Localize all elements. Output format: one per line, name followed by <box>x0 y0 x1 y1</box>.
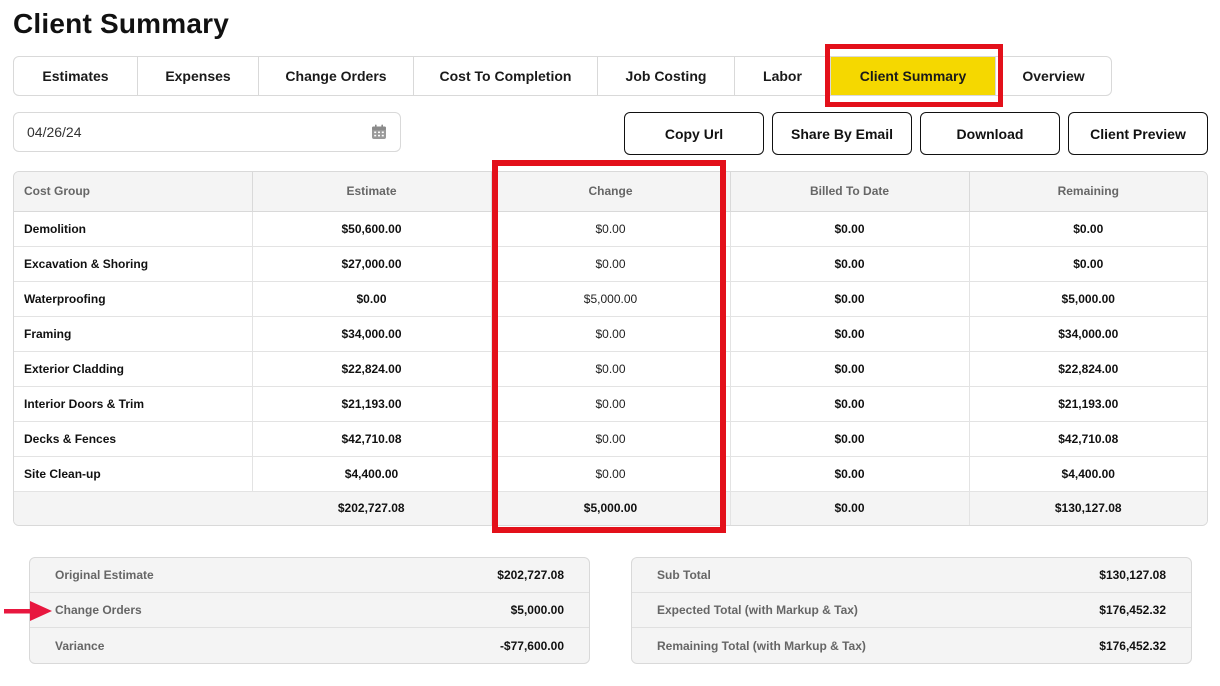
cell-estimate: $4,400.00 <box>252 456 492 492</box>
header-remaining: Remaining <box>969 172 1207 212</box>
header-estimate: Estimate <box>252 172 492 212</box>
cell-remaining: $4,400.00 <box>969 456 1207 492</box>
cell-remaining: $22,824.00 <box>969 351 1207 387</box>
cell-remaining: $0.00 <box>969 246 1207 282</box>
tab-client-summary[interactable]: Client Summary <box>831 57 996 95</box>
summary-row-original-estimate: Original Estimate $202,727.08 <box>30 558 589 593</box>
cell-estimate: $0.00 <box>252 281 492 317</box>
cell-change: $0.00 <box>491 246 731 282</box>
cell-total-label <box>14 491 252 525</box>
header-cost-group: Cost Group <box>14 172 253 212</box>
cell-change: $0.00 <box>491 421 731 457</box>
page-title: Client Summary <box>13 8 229 39</box>
cell-billed: $0.00 <box>730 351 970 387</box>
totals-summary-box: Sub Total $130,127.08 Expected Total (wi… <box>631 557 1192 664</box>
summary-value: $176,452.32 <box>1099 638 1166 653</box>
cell-total-billed: $0.00 <box>730 491 970 525</box>
tab-labor[interactable]: Labor <box>735 57 831 95</box>
table-total-row: $202,727.08 $5,000.00 $0.00 $130,127.08 <box>14 491 1207 525</box>
table-row: Framing $34,000.00 $0.00 $0.00 $34,000.0… <box>14 316 1207 352</box>
table-row: Exterior Cladding $22,824.00 $0.00 $0.00… <box>14 351 1207 387</box>
summary-value: $202,727.08 <box>497 568 564 582</box>
calendar-icon[interactable] <box>371 124 387 140</box>
summary-value: $5,000.00 <box>510 603 564 617</box>
cell-billed: $0.00 <box>730 421 970 457</box>
cell-change: $0.00 <box>491 386 731 422</box>
cell-remaining: $42,710.08 <box>969 421 1207 457</box>
cell-estimate: $42,710.08 <box>252 421 492 457</box>
cell-total-remaining: $130,127.08 <box>969 491 1207 525</box>
cost-summary-table: Cost Group Estimate Change Billed To Dat… <box>13 171 1208 526</box>
cell-cost-group: Framing <box>14 316 253 352</box>
cell-billed: $0.00 <box>730 281 970 317</box>
cell-estimate: $27,000.00 <box>252 246 492 282</box>
cell-cost-group: Decks & Fences <box>14 421 253 457</box>
summary-label: Sub Total <box>657 568 711 582</box>
cell-total-change: $5,000.00 <box>491 491 731 525</box>
date-input[interactable] <box>27 124 371 140</box>
table-row: Site Clean-up $4,400.00 $0.00 $0.00 $4,4… <box>14 456 1207 492</box>
cell-change: $0.00 <box>491 456 731 492</box>
summary-row-sub-total: Sub Total $130,127.08 <box>632 558 1191 593</box>
cell-remaining: $5,000.00 <box>969 281 1207 317</box>
tab-bar: Estimates Expenses Change Orders Cost To… <box>13 56 1112 96</box>
table-row: Waterproofing $0.00 $5,000.00 $0.00 $5,0… <box>14 281 1207 317</box>
summary-row-remaining-total: Remaining Total (with Markup & Tax) $176… <box>632 628 1191 663</box>
share-by-email-button[interactable]: Share By Email <box>772 112 912 155</box>
cell-change: $0.00 <box>491 351 731 387</box>
cell-estimate: $50,600.00 <box>252 211 492 247</box>
cell-remaining: $21,193.00 <box>969 386 1207 422</box>
cell-billed: $0.00 <box>730 211 970 247</box>
cell-remaining: $0.00 <box>969 211 1207 247</box>
cell-cost-group: Excavation & Shoring <box>14 246 253 282</box>
annotation-arrow-icon <box>4 601 52 621</box>
summary-label: Expected Total (with Markup & Tax) <box>657 603 858 617</box>
table-row: Demolition $50,600.00 $0.00 $0.00 $0.00 <box>14 211 1207 247</box>
header-change: Change <box>491 172 731 212</box>
cell-estimate: $34,000.00 <box>252 316 492 352</box>
header-billed-to-date: Billed To Date <box>730 172 970 212</box>
cell-cost-group: Interior Doors & Trim <box>14 386 253 422</box>
cell-change: $0.00 <box>491 211 731 247</box>
client-preview-button[interactable]: Client Preview <box>1068 112 1208 155</box>
tab-overview[interactable]: Overview <box>996 57 1111 95</box>
tab-change-orders[interactable]: Change Orders <box>259 57 414 95</box>
cell-cost-group: Site Clean-up <box>14 456 253 492</box>
cell-cost-group: Exterior Cladding <box>14 351 253 387</box>
summary-row-change-orders: Change Orders $5,000.00 <box>30 593 589 628</box>
tab-estimates[interactable]: Estimates <box>14 57 138 95</box>
cell-billed: $0.00 <box>730 456 970 492</box>
cell-change: $5,000.00 <box>491 281 731 317</box>
summary-value: $176,452.32 <box>1099 603 1166 617</box>
table-row: Decks & Fences $42,710.08 $0.00 $0.00 $4… <box>14 421 1207 457</box>
copy-url-button[interactable]: Copy Url <box>624 112 764 155</box>
table-row: Interior Doors & Trim $21,193.00 $0.00 $… <box>14 386 1207 422</box>
cell-estimate: $22,824.00 <box>252 351 492 387</box>
table-row: Excavation & Shoring $27,000.00 $0.00 $0… <box>14 246 1207 282</box>
summary-value: $130,127.08 <box>1099 568 1166 582</box>
summary-label: Remaining Total (with Markup & Tax) <box>657 638 866 653</box>
date-field[interactable] <box>13 112 401 152</box>
cell-cost-group: Demolition <box>14 211 253 247</box>
summary-label: Original Estimate <box>55 568 154 582</box>
summary-value: -$77,600.00 <box>499 638 564 653</box>
tab-expenses[interactable]: Expenses <box>138 57 259 95</box>
tab-job-costing[interactable]: Job Costing <box>598 57 735 95</box>
cell-billed: $0.00 <box>730 316 970 352</box>
summary-row-variance: Variance -$77,600.00 <box>30 628 589 663</box>
cell-estimate: $21,193.00 <box>252 386 492 422</box>
summary-label: Change Orders <box>55 603 142 617</box>
estimate-summary-box: Original Estimate $202,727.08 Change Ord… <box>29 557 590 664</box>
download-button[interactable]: Download <box>920 112 1060 155</box>
tab-cost-to-completion[interactable]: Cost To Completion <box>414 57 598 95</box>
cell-billed: $0.00 <box>730 386 970 422</box>
table-header-row: Cost Group Estimate Change Billed To Dat… <box>14 172 1207 212</box>
summary-label: Variance <box>55 638 105 653</box>
summary-row-expected-total: Expected Total (with Markup & Tax) $176,… <box>632 593 1191 628</box>
cell-billed: $0.00 <box>730 246 970 282</box>
cell-change: $0.00 <box>491 316 731 352</box>
cell-total-estimate: $202,727.08 <box>252 491 492 525</box>
cell-cost-group: Waterproofing <box>14 281 253 317</box>
cell-remaining: $34,000.00 <box>969 316 1207 352</box>
